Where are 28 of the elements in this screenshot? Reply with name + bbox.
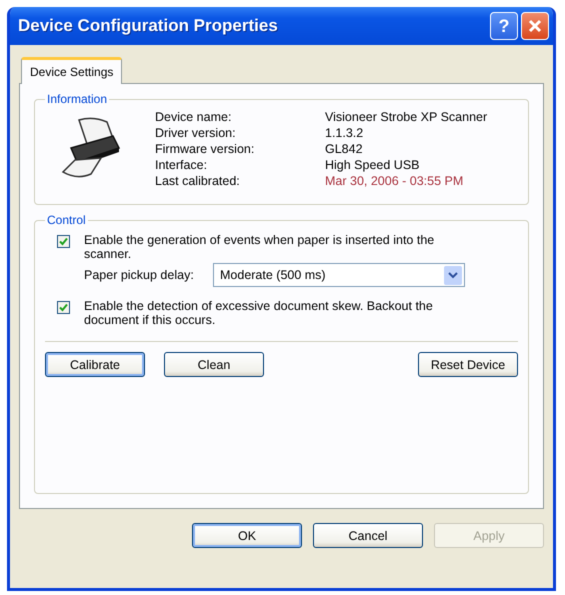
checkbox[interactable] bbox=[57, 235, 70, 248]
dropdown[interactable]: Moderate (500 ms) bbox=[213, 263, 465, 287]
checkbox-label: Enable the detection of excessive document skew. Backout the document if this occurs. bbox=[84, 299, 434, 327]
action-button[interactable]: Calibrate bbox=[45, 352, 145, 377]
window-title: Device Configuration Properties bbox=[18, 16, 279, 36]
field-value: 1.1.3.2 bbox=[325, 126, 364, 140]
field-label: Paper pickup delay: bbox=[84, 268, 195, 282]
field-label: Last calibrated: bbox=[155, 174, 241, 188]
field-value: High Speed USB bbox=[325, 158, 421, 172]
field-label: Interface: bbox=[155, 158, 208, 172]
field-label: Driver version: bbox=[155, 126, 237, 140]
group-title: Information bbox=[46, 92, 108, 106]
checkbox-label: Enable the generation of events when paper is inserted into the scanner. bbox=[84, 233, 436, 261]
action-button[interactable]: Reset Device bbox=[418, 352, 518, 377]
field-label: Device name: bbox=[155, 110, 232, 124]
action-button[interactable]: Clean bbox=[164, 352, 264, 377]
field-value: Visioneer Strobe XP Scanner bbox=[325, 110, 488, 124]
field-label: Firmware version: bbox=[155, 142, 256, 156]
checkbox[interactable] bbox=[57, 301, 70, 314]
field-value: GL842 bbox=[325, 142, 364, 156]
group-title: Control bbox=[46, 213, 87, 227]
tab[interactable]: Device Settings bbox=[21, 57, 122, 84]
close-button[interactable] bbox=[521, 12, 549, 40]
dialog-button[interactable]: OK bbox=[192, 523, 302, 548]
help-button[interactable]: ? bbox=[490, 12, 518, 40]
dialog-button[interactable]: Cancel bbox=[313, 523, 423, 548]
close-icon bbox=[528, 19, 542, 33]
field-value: Mar 30, 2006 - 03:55 PM bbox=[325, 174, 464, 188]
